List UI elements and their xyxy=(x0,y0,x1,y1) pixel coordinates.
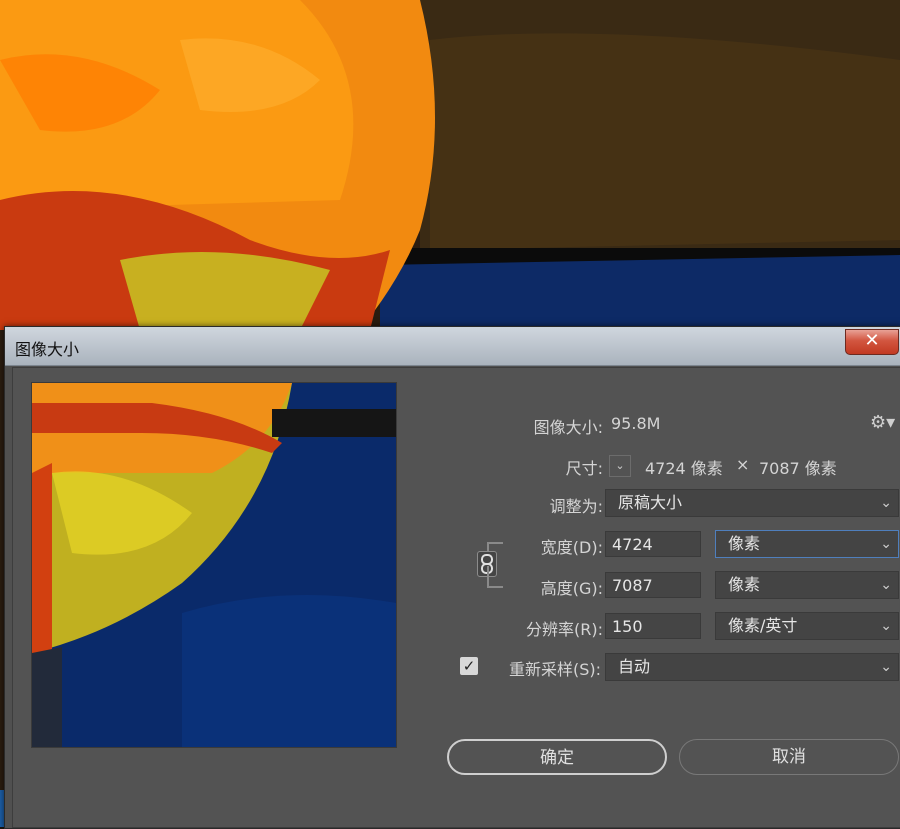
fit-to-select[interactable]: 原稿大小 ⌄ xyxy=(605,489,899,517)
resample-select[interactable]: 自动 ⌄ xyxy=(605,653,899,681)
chevron-down-icon: ⌄ xyxy=(880,536,892,552)
checkmark-icon: ✓ xyxy=(462,657,476,675)
height-unit-select[interactable]: 像素 ⌄ xyxy=(715,571,899,599)
fit-to-value: 原稿大小 xyxy=(618,493,683,512)
resolution-input[interactable]: 150 xyxy=(605,613,701,639)
resolution-label: 分辨率(R): xyxy=(526,620,603,639)
width-label: 宽度(D): xyxy=(540,538,603,557)
close-icon: ✕ xyxy=(864,330,880,351)
height-unit-value: 像素 xyxy=(728,575,761,594)
chevron-down-icon: ⌄ xyxy=(880,618,892,634)
image-size-dialog: 图像大小 ✕ 图像大小: 95.8M ⚙▾ 尺寸: ⌄ 4724 像素 × 70… xyxy=(4,326,900,829)
dimensions-unit-dropdown[interactable]: ⌄ xyxy=(609,455,631,477)
resample-checkbox[interactable]: ✓ xyxy=(460,657,478,675)
width-unit-value: 像素 xyxy=(728,534,761,553)
resolution-unit-select[interactable]: 像素/英寸 ⌄ xyxy=(715,612,899,640)
ok-button[interactable]: 确定 xyxy=(447,739,667,775)
chevron-down-icon: ⌄ xyxy=(880,659,892,675)
chevron-down-icon: ⌄ xyxy=(880,495,892,511)
cancel-button[interactable]: 取消 xyxy=(679,739,899,775)
chevron-down-icon: ⌄ xyxy=(880,577,892,593)
dimensions-label: 尺寸: xyxy=(565,459,603,478)
dialog-titlebar[interactable]: 图像大小 ✕ xyxy=(5,327,900,366)
chevron-down-icon: ⌄ xyxy=(615,459,625,472)
dialog-title: 图像大小 xyxy=(15,340,80,359)
gear-icon[interactable]: ⚙▾ xyxy=(870,412,895,433)
width-input[interactable]: 4724 xyxy=(605,531,701,557)
resample-value: 自动 xyxy=(618,657,651,676)
dimensions-width: 4724 像素 xyxy=(645,459,723,478)
resolution-unit-value: 像素/英寸 xyxy=(728,616,798,635)
image-preview[interactable] xyxy=(31,382,397,748)
height-input[interactable]: 7087 xyxy=(605,572,701,598)
fit-to-label: 调整为: xyxy=(549,497,603,516)
dimensions-height: 7087 像素 xyxy=(759,459,837,478)
image-size-value: 95.8M xyxy=(611,414,661,433)
resample-label: 重新采样(S): xyxy=(508,660,601,679)
width-unit-select[interactable]: 像素 ⌄ xyxy=(715,530,899,558)
dimensions-times: × xyxy=(736,455,750,474)
close-button[interactable]: ✕ xyxy=(845,329,899,355)
dialog-content: 图像大小: 95.8M ⚙▾ 尺寸: ⌄ 4724 像素 × 7087 像素 调… xyxy=(12,367,900,828)
height-label: 高度(G): xyxy=(540,579,603,598)
image-size-label: 图像大小: xyxy=(533,418,603,437)
